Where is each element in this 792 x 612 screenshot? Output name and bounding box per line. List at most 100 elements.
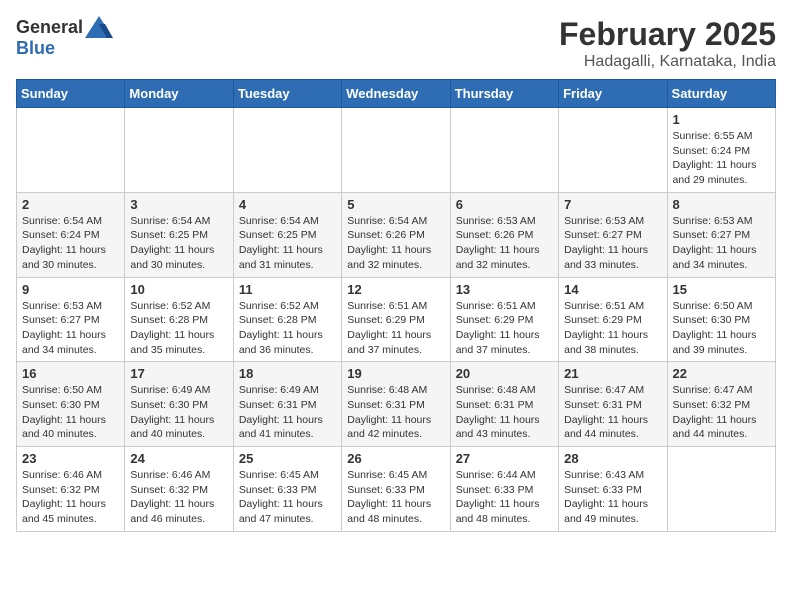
day-info: Sunrise: 6:45 AM Sunset: 6:33 PM Dayligh… [347,468,444,527]
day-number: 1 [673,112,770,127]
day-number: 11 [239,282,336,297]
day-number: 27 [456,451,553,466]
location-title: Hadagalli, Karnataka, India [559,53,776,71]
calendar-cell: 28Sunrise: 6:43 AM Sunset: 6:33 PM Dayli… [559,447,667,532]
calendar-cell [125,108,233,193]
calendar-cell: 6 Sunrise: 6:53 AM Sunset: 6:26 PM Daylig… [450,192,558,277]
day-info: Sunrise: 6:47 AM Sunset: 6:31 PM Dayligh… [564,383,661,442]
calendar-cell: 17Sunrise: 6:49 AM Sunset: 6:30 PM Dayli… [125,362,233,447]
day-number: 5 [347,197,444,212]
calendar-week-5: 23 Sunrise: 6:46 AM Sunset: 6:32 PM Dayli… [17,447,776,532]
day-info: Sunrise: 6:51 AM Sunset: 6:29 PM Dayligh… [347,299,444,358]
day-number: 8 [673,197,770,212]
day-info: Sunrise: 6:54 AM Sunset: 6:25 PM Dayligh… [239,214,336,273]
day-info: Sunrise: 6:46 AM Sunset: 6:32 PM Dayligh… [22,468,119,527]
calendar-week-4: 16 Sunrise: 6:50 AM Sunset: 6:30 PM Dayli… [17,362,776,447]
day-number: 16 [22,366,119,381]
calendar-header-thursday: Thursday [450,80,558,108]
calendar-cell [17,108,125,193]
calendar-cell: 14Sunrise: 6:51 AM Sunset: 6:29 PM Dayli… [559,277,667,362]
calendar-week-3: 9 Sunrise: 6:53 AM Sunset: 6:27 PM Daylig… [17,277,776,362]
calendar-header-friday: Friday [559,80,667,108]
day-number: 20 [456,366,553,381]
calendar-cell: 26 Sunrise: 6:45 AM Sunset: 6:33 PM Dayli… [342,447,450,532]
day-number: 12 [347,282,444,297]
calendar-cell: 4 Sunrise: 6:54 AM Sunset: 6:25 PM Daylig… [233,192,341,277]
day-info: Sunrise: 6:43 AM Sunset: 6:33 PM Dayligh… [564,468,661,527]
calendar-cell: 9 Sunrise: 6:53 AM Sunset: 6:27 PM Daylig… [17,277,125,362]
calendar-week-2: 2 Sunrise: 6:54 AM Sunset: 6:24 PM Daylig… [17,192,776,277]
calendar-cell: 16 Sunrise: 6:50 AM Sunset: 6:30 PM Dayli… [17,362,125,447]
day-info: Sunrise: 6:47 AM Sunset: 6:32 PM Dayligh… [673,383,770,442]
day-info: Sunrise: 6:52 AM Sunset: 6:28 PM Dayligh… [130,299,227,358]
calendar-cell [233,108,341,193]
calendar-cell: 7Sunrise: 6:53 AM Sunset: 6:27 PM Daylig… [559,192,667,277]
calendar-cell [450,108,558,193]
day-number: 26 [347,451,444,466]
calendar-cell: 10 Sunrise: 6:52 AM Sunset: 6:28 PM Dayli… [125,277,233,362]
page-header: General Blue February 2025 Hadagalli, Ka… [16,16,776,71]
calendar-header-tuesday: Tuesday [233,80,341,108]
calendar-cell: 13 Sunrise: 6:51 AM Sunset: 6:29 PM Dayli… [450,277,558,362]
calendar-cell: 2 Sunrise: 6:54 AM Sunset: 6:24 PM Daylig… [17,192,125,277]
day-info: Sunrise: 6:51 AM Sunset: 6:29 PM Dayligh… [456,299,553,358]
calendar-cell: 27 Sunrise: 6:44 AM Sunset: 6:33 PM Dayli… [450,447,558,532]
day-number: 9 [22,282,119,297]
day-info: Sunrise: 6:48 AM Sunset: 6:31 PM Dayligh… [347,383,444,442]
day-info: Sunrise: 6:44 AM Sunset: 6:33 PM Dayligh… [456,468,553,527]
title-block: February 2025 Hadagalli, Karnataka, Indi… [559,16,776,71]
day-info: Sunrise: 6:52 AM Sunset: 6:28 PM Dayligh… [239,299,336,358]
logo-blue: Blue [16,38,55,59]
calendar-header-monday: Monday [125,80,233,108]
day-info: Sunrise: 6:46 AM Sunset: 6:32 PM Dayligh… [130,468,227,527]
day-number: 23 [22,451,119,466]
calendar-cell: 21 Sunrise: 6:47 AM Sunset: 6:31 PM Dayli… [559,362,667,447]
calendar-cell: 20 Sunrise: 6:48 AM Sunset: 6:31 PM Dayli… [450,362,558,447]
day-info: Sunrise: 6:53 AM Sunset: 6:27 PM Dayligh… [22,299,119,358]
day-info: Sunrise: 6:50 AM Sunset: 6:30 PM Dayligh… [673,299,770,358]
calendar-cell: 22 Sunrise: 6:47 AM Sunset: 6:32 PM Dayli… [667,362,775,447]
logo: General Blue [16,16,113,59]
day-info: Sunrise: 6:54 AM Sunset: 6:26 PM Dayligh… [347,214,444,273]
day-number: 10 [130,282,227,297]
day-info: Sunrise: 6:49 AM Sunset: 6:31 PM Dayligh… [239,383,336,442]
calendar-header-wednesday: Wednesday [342,80,450,108]
day-info: Sunrise: 6:45 AM Sunset: 6:33 PM Dayligh… [239,468,336,527]
day-number: 3 [130,197,227,212]
calendar-header-saturday: Saturday [667,80,775,108]
day-info: Sunrise: 6:53 AM Sunset: 6:27 PM Dayligh… [564,214,661,273]
calendar-cell: 12 Sunrise: 6:51 AM Sunset: 6:29 PM Dayli… [342,277,450,362]
calendar-week-1: 1Sunrise: 6:55 AM Sunset: 6:24 PM Daylig… [17,108,776,193]
day-number: 15 [673,282,770,297]
calendar-cell: 23 Sunrise: 6:46 AM Sunset: 6:32 PM Dayli… [17,447,125,532]
calendar-cell [559,108,667,193]
day-info: Sunrise: 6:50 AM Sunset: 6:30 PM Dayligh… [22,383,119,442]
calendar-cell: 15 Sunrise: 6:50 AM Sunset: 6:30 PM Dayli… [667,277,775,362]
day-info: Sunrise: 6:49 AM Sunset: 6:30 PM Dayligh… [130,383,227,442]
logo-general: General [16,17,83,38]
calendar: SundayMondayTuesdayWednesdayThursdayFrid… [16,79,776,532]
month-title: February 2025 [559,16,776,53]
day-number: 25 [239,451,336,466]
calendar-cell: 25 Sunrise: 6:45 AM Sunset: 6:33 PM Dayli… [233,447,341,532]
calendar-cell: 19 Sunrise: 6:48 AM Sunset: 6:31 PM Dayli… [342,362,450,447]
day-number: 22 [673,366,770,381]
day-number: 18 [239,366,336,381]
day-number: 6 [456,197,553,212]
calendar-cell [667,447,775,532]
day-number: 2 [22,197,119,212]
day-number: 19 [347,366,444,381]
calendar-cell: 5 Sunrise: 6:54 AM Sunset: 6:26 PM Daylig… [342,192,450,277]
day-info: Sunrise: 6:54 AM Sunset: 6:25 PM Dayligh… [130,214,227,273]
calendar-cell: 24 Sunrise: 6:46 AM Sunset: 6:32 PM Dayli… [125,447,233,532]
day-info: Sunrise: 6:48 AM Sunset: 6:31 PM Dayligh… [456,383,553,442]
calendar-cell: 18 Sunrise: 6:49 AM Sunset: 6:31 PM Dayli… [233,362,341,447]
day-info: Sunrise: 6:54 AM Sunset: 6:24 PM Dayligh… [22,214,119,273]
day-number: 4 [239,197,336,212]
logo-icon [85,16,113,38]
day-number: 13 [456,282,553,297]
calendar-cell: 11 Sunrise: 6:52 AM Sunset: 6:28 PM Dayli… [233,277,341,362]
day-number: 24 [130,451,227,466]
day-number: 21 [564,366,661,381]
day-info: Sunrise: 6:53 AM Sunset: 6:26 PM Dayligh… [456,214,553,273]
